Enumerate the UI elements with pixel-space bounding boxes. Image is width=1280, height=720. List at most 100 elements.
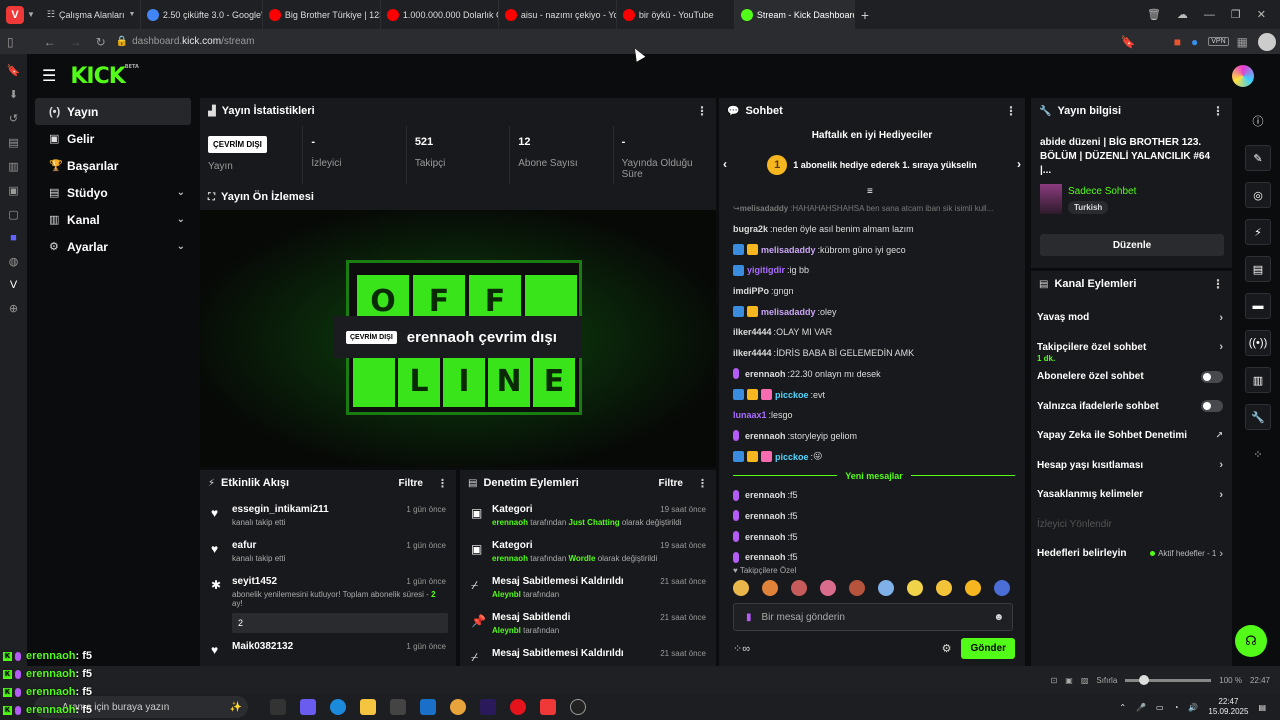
- chevron-down-icon[interactable]: ⌄: [177, 214, 185, 225]
- bookmarks-icon[interactable]: 🔖: [7, 64, 21, 77]
- profile-avatar[interactable]: [1258, 32, 1276, 51]
- chevron-down-icon[interactable]: ▼: [27, 10, 35, 19]
- emote-icon[interactable]: [965, 580, 981, 596]
- chat-username[interactable]: ilker4444: [733, 327, 772, 337]
- actor-name[interactable]: Aleynbl: [492, 590, 521, 599]
- network-icon[interactable]: ◔: [1174, 703, 1179, 712]
- emote-icon[interactable]: [907, 580, 923, 596]
- more-options-icon[interactable]: ⋮: [697, 477, 708, 490]
- history-icon[interactable]: ↺: [9, 112, 18, 125]
- more-options-icon[interactable]: ⋮: [696, 104, 708, 118]
- calendar-icon[interactable]: ▦: [1237, 35, 1248, 49]
- vivaldi-social-icon[interactable]: V: [10, 279, 17, 291]
- forward-button[interactable]: →: [70, 35, 82, 49]
- filter-button[interactable]: Filtre: [399, 478, 423, 489]
- channel-action-row[interactable]: Yapay Zeka ile Sohbet Denetimi ↗: [1031, 421, 1232, 451]
- volume-icon[interactable]: 🔊: [1188, 703, 1198, 712]
- outlook-icon[interactable]: [420, 699, 436, 715]
- reading-list-icon[interactable]: ▥: [8, 160, 18, 173]
- nav-item-channel[interactable]: ▥ Kanal ⌄: [35, 206, 191, 233]
- actor-name[interactable]: Aleynbl: [492, 626, 521, 635]
- chat-username[interactable]: erennaoh: [745, 511, 786, 521]
- capture-icon[interactable]: ⊡: [1051, 676, 1058, 685]
- browser-tab[interactable]: Stream - Kick Dashboard: [734, 0, 855, 29]
- cloud-icon[interactable]: ☁: [1177, 8, 1188, 21]
- actor-name[interactable]: erennaoh: [492, 518, 528, 527]
- emote-icon[interactable]: [733, 580, 749, 596]
- category-name[interactable]: Sadece Sohbet: [1068, 186, 1136, 197]
- opera-icon[interactable]: [510, 699, 526, 715]
- obs-icon[interactable]: [570, 699, 586, 715]
- workspaces-button[interactable]: ☷ Çalışma Alanları ▼: [41, 0, 141, 29]
- bookmark-icon[interactable]: 🔖: [1121, 35, 1136, 49]
- chat-username[interactable]: ilker4444: [733, 348, 772, 358]
- mic-tray-icon[interactable]: 🎤: [1136, 703, 1146, 712]
- settings-gear-icon[interactable]: ⚙: [942, 642, 952, 655]
- tray-chevron-icon[interactable]: ⌃: [1119, 703, 1126, 712]
- chat-username[interactable]: erennaoh: [745, 431, 786, 441]
- url-field[interactable]: dashboard.kick.com/stream: [132, 36, 254, 47]
- file-explorer-icon[interactable]: [360, 699, 376, 715]
- vivaldi-icon[interactable]: [540, 699, 556, 715]
- user-avatar[interactable]: [1232, 65, 1254, 87]
- battery-icon[interactable]: ▭: [1156, 703, 1164, 712]
- notes-icon[interactable]: ▤: [1245, 256, 1271, 282]
- emote-icon[interactable]: [936, 580, 952, 596]
- vivaldi-menu-icon[interactable]: V: [6, 5, 24, 24]
- trash-icon[interactable]: 🗑: [1147, 8, 1161, 21]
- notes-icon[interactable]: ▤: [8, 136, 18, 149]
- chat-username[interactable]: melisadaddy: [740, 204, 788, 213]
- more-options-icon[interactable]: ⋮: [1005, 104, 1017, 118]
- channel-action-row[interactable]: Yalnızca ifadelerle sohbet: [1031, 392, 1232, 422]
- browser-tab[interactable]: aisu - nazımı çekiyo - YouT: [499, 0, 617, 29]
- pencil-icon[interactable]: ✎: [1245, 145, 1271, 171]
- edge-icon[interactable]: [330, 699, 346, 715]
- chevron-left-icon[interactable]: ‹: [723, 157, 727, 171]
- edit-button[interactable]: Düzenle: [1040, 234, 1224, 256]
- chat-icon[interactable]: ▬: [1245, 293, 1271, 319]
- add-widget-icon[interactable]: ⁘: [1245, 441, 1271, 467]
- chrome-icon[interactable]: [450, 699, 466, 715]
- emote-icon[interactable]: [762, 580, 778, 596]
- chat-username[interactable]: lunaax1: [733, 410, 767, 420]
- nav-item-settings[interactable]: ⚙ Ayarlar ⌄: [35, 233, 191, 260]
- chat-input[interactable]: ▮ Bir mesaj gönderin ☻: [733, 603, 1013, 631]
- vpn-button[interactable]: VPN: [1208, 37, 1229, 46]
- emote-icon[interactable]: [994, 580, 1010, 596]
- filter-button[interactable]: Filtre: [659, 478, 683, 489]
- chat-username[interactable]: erennaoh: [745, 490, 786, 500]
- layout-icon[interactable]: ▥: [1245, 367, 1271, 393]
- panel-toggle-icon[interactable]: ▯: [7, 35, 14, 49]
- channel-action-row[interactable]: Hedefleri belirleyin Aktif hedefler - 1 ›: [1031, 539, 1232, 569]
- new-tab-button[interactable]: +: [855, 0, 875, 29]
- nav-item-achievements[interactable]: 🏆 Başarılar: [35, 152, 191, 179]
- collapse-icon[interactable]: ≡: [867, 186, 873, 197]
- browser-tab[interactable]: 2.50 çiküfte 3.0 - Google'da: [141, 0, 263, 29]
- mastodon-icon[interactable]: ■: [10, 232, 17, 244]
- downloads-icon[interactable]: ⬇: [9, 88, 18, 101]
- chat-username[interactable]: bugra2k: [733, 224, 768, 234]
- chat-username[interactable]: picckoe: [775, 390, 809, 400]
- more-options-icon[interactable]: ⋮: [437, 477, 448, 490]
- chevron-right-icon[interactable]: ›: [1017, 157, 1021, 171]
- nav-item-revenue[interactable]: ▣ Gelir: [35, 125, 191, 152]
- emote-icon[interactable]: [878, 580, 894, 596]
- store-icon[interactable]: [390, 699, 406, 715]
- extension-icon[interactable]: ■: [1174, 35, 1181, 49]
- nav-item-stream[interactable]: (•) Yayın: [35, 98, 191, 125]
- taskbar-clock[interactable]: 22:47 15.09.2025: [1208, 697, 1248, 717]
- chat-username[interactable]: erennaoh: [745, 532, 786, 542]
- browser-tab[interactable]: 1.000.000.000 Dolarlık Çiko: [381, 0, 499, 29]
- support-headset-button[interactable]: ☊: [1235, 625, 1267, 657]
- points-icon[interactable]: ⁘∞: [733, 642, 750, 655]
- chat-username[interactable]: melisadaddy: [761, 307, 816, 317]
- chat-username[interactable]: picckoe: [775, 452, 809, 462]
- kick-logo[interactable]: KICKBETA: [70, 64, 139, 89]
- reload-button[interactable]: ↻: [96, 35, 106, 49]
- browser-tab[interactable]: Big Brother Türkiye | 123. B: [263, 0, 381, 29]
- more-options-icon[interactable]: ⋮: [1212, 277, 1224, 291]
- task-view-icon[interactable]: [270, 699, 286, 715]
- menu-icon[interactable]: ☰: [42, 66, 56, 86]
- actor-name[interactable]: erennaoh: [492, 554, 528, 563]
- notification-icon[interactable]: ▤: [1258, 703, 1266, 712]
